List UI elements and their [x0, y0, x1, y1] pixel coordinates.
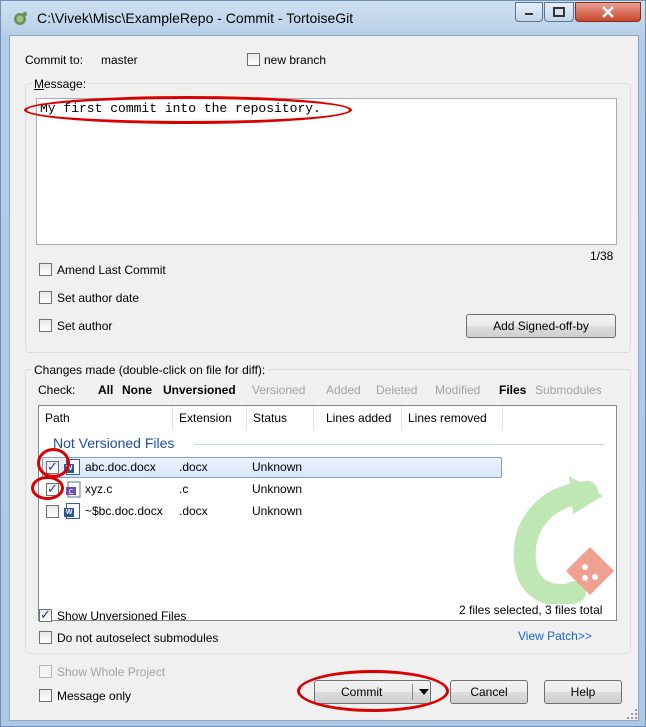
filter-modified[interactable]: Modified [435, 383, 480, 397]
amend-label: Amend Last Commit [57, 263, 166, 277]
filter-unversioned[interactable]: Unversioned [163, 383, 236, 397]
filter-added[interactable]: Added [326, 383, 361, 397]
maximize-button[interactable] [544, 2, 574, 22]
add-signed-off-button[interactable]: Add Signed-off-by [466, 314, 616, 338]
show-whole-project-checkbox[interactable] [39, 665, 52, 678]
checkbox-highlight-ellipse [37, 448, 70, 478]
column-path[interactable]: Path [39, 406, 173, 430]
dialog-client-area: Commit to: master new branch Message: My… [9, 35, 639, 721]
set-author-date-checkbox[interactable] [39, 291, 52, 304]
close-icon [602, 6, 614, 18]
resize-grip-icon[interactable] [626, 708, 638, 720]
file-checkbox[interactable] [46, 505, 59, 518]
c-file-icon: C [66, 481, 81, 498]
maximize-icon [553, 7, 565, 17]
column-lines-removed[interactable]: Lines removed [402, 406, 503, 430]
column-lines-added[interactable]: Lines added [314, 406, 402, 430]
word-doc-icon: W [64, 503, 80, 519]
file-list[interactable]: Path Extension Status Lines added Lines … [38, 405, 617, 621]
group-header-divider [194, 444, 604, 445]
commit-window: C:\Vivek\Misc\ExampleRepo - Commit - Tor… [0, 0, 646, 727]
show-unversioned-label: Show Unversioned Files [57, 609, 187, 623]
no-autoselect-label: Do not autoselect submodules [57, 631, 219, 645]
help-button[interactable]: Help [544, 680, 622, 704]
filter-versioned[interactable]: Versioned [252, 383, 305, 397]
message-only-checkbox[interactable] [39, 689, 52, 702]
commit-to-label: Commit to: [25, 53, 84, 67]
view-patch-link[interactable]: View Patch>> [518, 629, 592, 643]
commit-highlight-ellipse [297, 670, 449, 712]
file-path: abc.doc.docx [85, 460, 156, 474]
filter-deleted[interactable]: Deleted [376, 383, 417, 397]
file-extension: .docx [179, 504, 208, 518]
check-label: Check: [38, 383, 76, 397]
branch-name: master [101, 53, 138, 67]
file-status: Unknown [252, 482, 303, 496]
tortoisegit-icon [14, 11, 28, 25]
message-label: Message: [32, 77, 89, 91]
filter-files[interactable]: Files [499, 383, 526, 397]
selection-summary: 2 files selected, 3 files total [459, 603, 603, 617]
message-only-label: Message only [57, 689, 132, 703]
file-path: ~$bc.doc.docx [85, 504, 163, 518]
tortoisegit-watermark-icon [513, 476, 615, 604]
cancel-button[interactable]: Cancel [450, 680, 528, 704]
amend-checkbox[interactable] [39, 263, 52, 276]
message-char-counter: 1/38 [590, 249, 614, 263]
no-autoselect-checkbox[interactable] [39, 631, 52, 644]
new-branch-checkbox[interactable] [247, 53, 260, 66]
set-author-label: Set author [57, 319, 113, 333]
message-highlight-ellipse [24, 96, 352, 124]
new-branch-label: new branch [264, 53, 327, 67]
window-title: C:\Vivek\Misc\ExampleRepo - Commit - Tor… [37, 10, 354, 26]
svg-text:C: C [69, 488, 74, 496]
changes-label: Changes made (double-click on file for d… [32, 363, 268, 377]
file-extension: .docx [179, 460, 208, 474]
close-button[interactable] [575, 2, 641, 22]
file-status: Unknown [252, 504, 303, 518]
title-bar[interactable]: C:\Vivek\Misc\ExampleRepo - Commit - Tor… [1, 1, 645, 35]
show-unversioned-checkbox[interactable] [39, 607, 52, 623]
minimize-icon [525, 13, 533, 15]
column-status[interactable]: Status [247, 406, 314, 430]
file-extension: .c [179, 482, 189, 496]
group-header-not-versioned: Not Versioned Files [53, 435, 175, 451]
file-status: Unknown [252, 460, 303, 474]
set-author-checkbox[interactable] [39, 319, 52, 332]
filter-submodules[interactable]: Submodules [535, 383, 602, 397]
checkbox-highlight-ellipse [31, 476, 64, 500]
set-author-date-label: Set author date [57, 291, 140, 305]
filter-none[interactable]: None [122, 383, 152, 397]
file-path: xyz.c [85, 482, 113, 496]
minimize-button[interactable] [515, 2, 543, 22]
column-extension[interactable]: Extension [173, 406, 247, 430]
filter-all[interactable]: All [98, 383, 113, 397]
show-whole-project-label: Show Whole Project [57, 665, 166, 679]
